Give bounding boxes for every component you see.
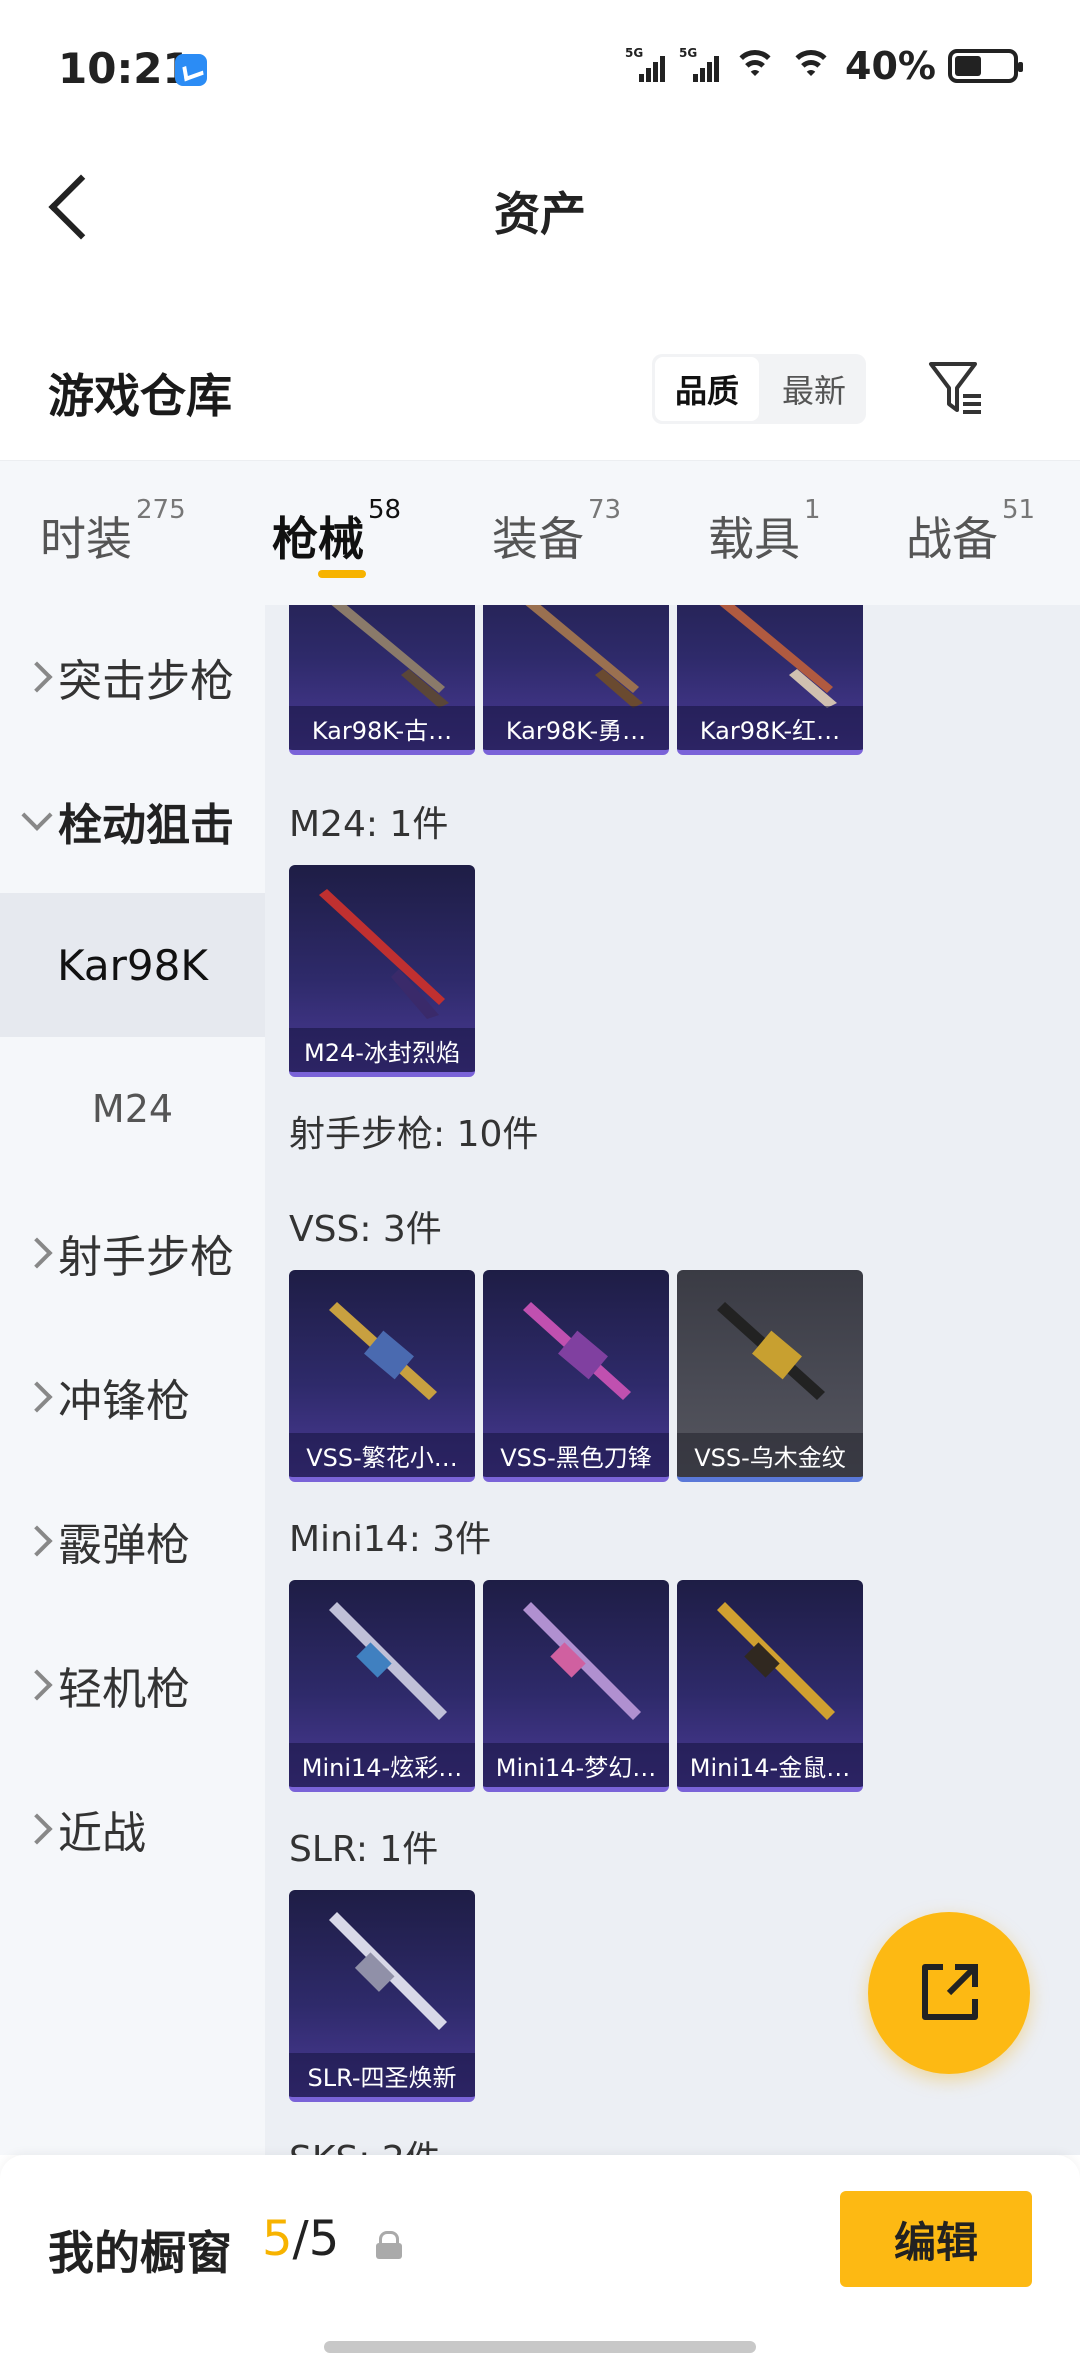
section-label: 射手步枪: 10件	[289, 1114, 539, 1155]
sidebar-item-shotgun[interactable]: 霰弹枪	[0, 1469, 265, 1613]
weapon-card[interactable]: Kar98K-勇…	[483, 605, 669, 755]
signal-icon: 5G	[625, 46, 667, 86]
tab-vehicles[interactable]: 载具1	[708, 495, 821, 569]
lock-icon	[376, 2231, 402, 2261]
weapon-card[interactable]: VSS-繁花小…	[289, 1270, 475, 1482]
weapon-card[interactable]: Kar98K-古…	[289, 605, 475, 755]
weapon-card-caption: Kar98K-勇…	[483, 706, 669, 750]
weapon-card-caption: Mini14-金鼠…	[677, 1743, 863, 1787]
page-title: 资产	[494, 187, 586, 241]
weapon-card[interactable]: Mini14-梦幻…	[483, 1580, 669, 1792]
sort-toggle: 品质 最新	[652, 354, 866, 424]
tab-supplies[interactable]: 战备51	[906, 495, 1035, 569]
weapon-card-caption: Kar98K-红…	[677, 706, 863, 750]
tab-equipment[interactable]: 装备73	[492, 495, 621, 569]
showcase-bar: 我的橱窗 5/5 编辑	[0, 2155, 1080, 2376]
wifi-icon	[789, 46, 834, 86]
battery-percent: 40%	[845, 44, 936, 88]
weapon-card-caption: VSS-繁花小…	[289, 1433, 475, 1477]
filter-icon[interactable]	[925, 354, 985, 420]
weapon-card[interactable]: VSS-黑色刀锋	[483, 1270, 669, 1482]
sidebar-item-melee[interactable]: 近战	[0, 1757, 265, 1901]
sort-latest-button[interactable]: 最新	[762, 354, 866, 424]
weapon-card[interactable]: VSS-乌木金纹	[677, 1270, 863, 1482]
weapon-card[interactable]: SLR-四圣焕新	[289, 1890, 475, 2102]
chevron-right-icon	[21, 1525, 53, 1557]
weapon-card-caption: Kar98K-古…	[289, 706, 475, 750]
active-tab-indicator	[318, 570, 366, 578]
status-indicators: 5G 5G 40%	[625, 44, 1023, 88]
wifi-icon	[733, 46, 778, 86]
section-label: Mini14: 3件	[289, 1519, 492, 1560]
sidebar-subitem-kar98k[interactable]: Kar98K	[0, 893, 265, 1037]
sidebar-subitem-m24[interactable]: M24	[0, 1037, 265, 1181]
sidebar-item-lmg[interactable]: 轻机枪	[0, 1613, 265, 1757]
chevron-right-icon	[21, 1381, 53, 1413]
tab-firearms[interactable]: 枪械58	[272, 495, 401, 569]
chevron-right-icon	[21, 1237, 53, 1269]
weapon-category-sidebar: 突击步枪 栓动狙击 Kar98K M24 射手步枪 冲锋枪 霰弹枪 轻机枪 近战	[0, 605, 265, 2155]
sidebar-item-assault-rifle[interactable]: 突击步枪	[0, 605, 265, 749]
chevron-right-icon	[21, 1669, 53, 1701]
warehouse-header: 游戏仓库 品质 最新	[0, 330, 1080, 460]
chevron-right-icon	[21, 1813, 53, 1845]
signal-icon: 5G	[679, 46, 721, 86]
weapon-card[interactable]: Mini14-炫彩…	[289, 1580, 475, 1792]
page-header: 资产	[0, 140, 1080, 270]
section-label: SKS: 2件	[289, 2130, 441, 2155]
app-notification-icon	[175, 54, 207, 86]
weapon-card-caption: Mini14-梦幻…	[483, 1743, 669, 1787]
sidebar-item-smg[interactable]: 冲锋枪	[0, 1325, 265, 1469]
category-tabs: 时装275 枪械58 装备73 载具1 战备51	[0, 460, 1080, 605]
status-time: 10:21	[58, 44, 192, 93]
home-indicator[interactable]	[324, 2341, 756, 2353]
weapon-card[interactable]: Kar98K-红…	[677, 605, 863, 755]
chevron-right-icon	[21, 661, 53, 693]
showcase-count: 5/5	[262, 2211, 340, 2267]
weapon-card[interactable]: Mini14-金鼠…	[677, 1580, 863, 1792]
showcase-title: 我的橱窗	[48, 2226, 232, 2280]
weapon-card-caption: VSS-乌木金纹	[677, 1433, 863, 1477]
edit-button[interactable]: 编辑	[840, 2191, 1032, 2287]
weapon-card-caption: Mini14-炫彩…	[289, 1743, 475, 1787]
section-label: VSS: 3件	[289, 1209, 442, 1250]
section-label: M24: 1件	[289, 804, 449, 845]
sidebar-item-bolt-sniper[interactable]: 栓动狙击	[0, 749, 265, 893]
tab-fashion[interactable]: 时装275	[40, 495, 186, 569]
weapon-card-caption: VSS-黑色刀锋	[483, 1433, 669, 1477]
share-button[interactable]	[868, 1912, 1030, 2074]
status-bar: 10:21 5G 5G 40%	[0, 0, 1080, 140]
weapon-card-caption: SLR-四圣焕新	[289, 2053, 475, 2097]
weapon-card[interactable]: M24-冰封烈焰	[289, 865, 475, 1077]
sidebar-item-dmr[interactable]: 射手步枪	[0, 1181, 265, 1325]
sort-quality-button[interactable]: 品质	[655, 357, 759, 421]
battery-icon	[948, 49, 1023, 83]
weapon-card-caption: M24-冰封烈焰	[289, 1028, 475, 1072]
share-icon	[922, 1964, 978, 2020]
warehouse-title: 游戏仓库	[48, 369, 232, 423]
chevron-down-icon	[21, 799, 53, 831]
section-label: SLR: 1件	[289, 1829, 439, 1870]
